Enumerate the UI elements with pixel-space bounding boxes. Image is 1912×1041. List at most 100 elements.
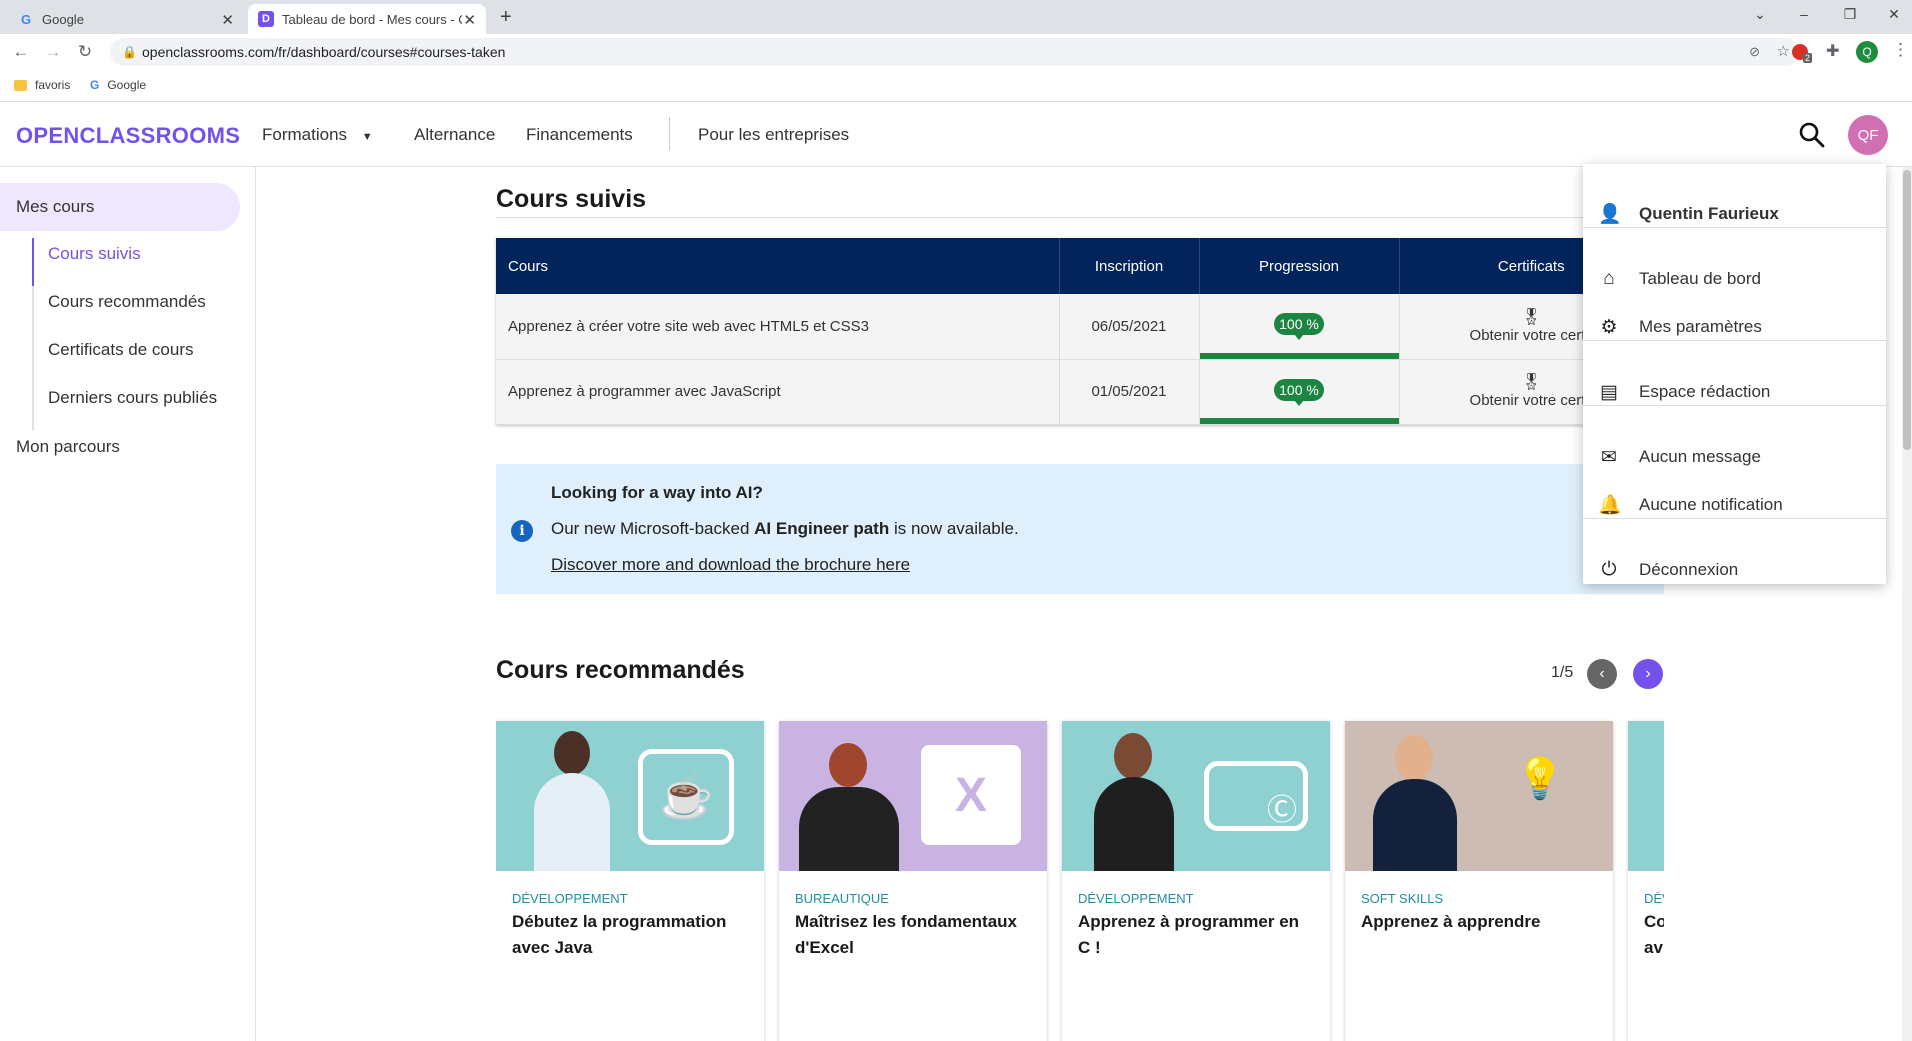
browser-menu-icon[interactable]: ⋮ [1892, 40, 1909, 60]
scrollbar-thumb[interactable] [1903, 170, 1911, 450]
course-card[interactable]: Ⓒ Développement Apprenez à programmer en… [1062, 721, 1330, 1041]
course-card-image: 💡 [1345, 721, 1613, 871]
openclassrooms-favicon-icon: D [258, 11, 274, 27]
instructor-head [1395, 735, 1433, 781]
c-language-icon: Ⓒ [1204, 761, 1308, 831]
menu-item-notifications[interactable]: 🔔 Aucune notification [1583, 485, 1886, 525]
sidebar-item-mon-parcours[interactable]: Mon parcours [0, 423, 240, 471]
sidebar-active-indicator [32, 238, 34, 286]
sidebar: Mes cours Cours suivis Cours recommandés… [0, 167, 256, 1041]
user-name: Quentin Faurieux [1639, 204, 1779, 223]
bookmark-label: favoris [35, 78, 71, 92]
tab-title: Tableau de bord - Mes cours - O [282, 11, 462, 27]
menu-item-label: Aucune notification [1639, 495, 1783, 514]
course-card-image: Ⓒ [1062, 721, 1330, 871]
lightbulb-icon: 💡 [1515, 757, 1565, 801]
close-tab-icon[interactable]: ✕ [463, 11, 476, 29]
menu-divider [1583, 405, 1886, 406]
course-card-image: ☕ [496, 721, 764, 871]
star-icon[interactable]: ☆ [1777, 38, 1790, 66]
tab-title: Google [42, 11, 84, 27]
nav-formations-label: Formations [262, 125, 348, 144]
course-title: Débutez la programmation avec Java [512, 912, 727, 957]
sidebar-item-cours-suivis[interactable]: Cours suivis [48, 244, 141, 264]
instructor-figure [799, 787, 899, 871]
course-card[interactable]: Dév Co av [1628, 721, 1664, 1041]
puzzle-icon[interactable]: ✚ [1826, 41, 1839, 61]
profile-icon[interactable]: Q [1856, 41, 1878, 63]
extension-badge: 2 [1803, 53, 1813, 63]
tab-dashboard[interactable]: D Tableau de bord - Mes cours - O ✕ [248, 4, 486, 34]
course-category: Développement [1078, 891, 1194, 906]
course-title: Maîtrisez les fondamentaux d'Excel [795, 912, 1018, 957]
sidebar-item-cours-recommandes[interactable]: Cours recommandés [48, 292, 206, 312]
course-category: Bureautique [795, 891, 889, 906]
lock-icon[interactable]: 🔒 [122, 38, 137, 66]
course-card[interactable]: X Bureautique Maîtrisez les fondamentaux… [779, 721, 1047, 1041]
instructor-figure [1373, 779, 1457, 871]
menu-item-label: Mes paramètres [1639, 317, 1762, 336]
java-icon: ☕ [638, 749, 734, 845]
course-card-image: X [779, 721, 1047, 871]
sidebar-item-mes-cours[interactable]: Mes cours [0, 183, 240, 231]
instructor-figure [1094, 777, 1174, 871]
course-card-image [1628, 721, 1664, 871]
caret-down-icon: ▼ [361, 131, 373, 143]
bookmark-favoris[interactable]: favoris [14, 78, 70, 92]
user-menu-dropdown: 👤 Quentin Faurieux ⌂ Tableau de bord ⚙ M… [1583, 164, 1886, 584]
nav-formations[interactable]: Formations ▼ [262, 125, 373, 145]
menu-divider [1583, 340, 1886, 341]
eye-off-icon[interactable]: ⊘ [1749, 38, 1760, 66]
gear-icon: ⚙ [1600, 316, 1618, 338]
menu-item-label: Déconnexion [1639, 560, 1739, 579]
menu-item-messages[interactable]: ✉ Aucun message [1583, 437, 1886, 477]
menu-item-label: Tableau de bord [1639, 269, 1761, 288]
course-title: Co av [1644, 912, 1664, 957]
course-category: Développement [512, 891, 628, 906]
sidebar-item-certificats[interactable]: Certificats de cours [48, 340, 194, 360]
reload-icon[interactable]: ↻ [74, 42, 96, 62]
back-icon[interactable]: ← [10, 42, 32, 62]
window-close-icon[interactable]: ✕ [1882, 6, 1906, 23]
course-title: Apprenez à apprendre [1361, 912, 1541, 931]
bell-icon: 🔔 [1598, 495, 1622, 516]
folder-icon [14, 79, 27, 91]
forward-icon[interactable]: → [42, 42, 64, 62]
google-favicon-icon: G [20, 11, 32, 27]
tab-search-icon[interactable]: ⌄ [1748, 6, 1772, 23]
user-menu-profile[interactable]: 👤 Quentin Faurieux [1583, 194, 1886, 234]
url-text: openclassrooms.com/fr/dashboard/courses#… [142, 44, 506, 60]
search-icon[interactable] [1798, 121, 1826, 149]
menu-item-settings[interactable]: ⚙ Mes paramètres [1583, 307, 1886, 347]
instructor-head [829, 743, 867, 787]
nav-alternance[interactable]: Alternance [414, 125, 495, 145]
course-category: Soft skills [1361, 891, 1444, 906]
instructor-head [1114, 733, 1152, 779]
recommended-carousel: ☕ Développement Débutez la programmation… [496, 0, 1664, 1041]
sidebar-item-derniers-cours[interactable]: Derniers cours publiés [48, 388, 217, 408]
menu-divider [1583, 227, 1886, 228]
close-tab-icon[interactable]: ✕ [221, 11, 234, 29]
openclassrooms-logo[interactable]: OPENCLASSROOMS [16, 123, 240, 149]
menu-item-logout[interactable]: ⏻ Déconnexion [1583, 550, 1886, 590]
home-icon: ⌂ [1603, 268, 1615, 289]
instructor-head [554, 731, 590, 775]
menu-divider [1583, 518, 1886, 519]
mail-icon: ✉ [1601, 446, 1617, 468]
menu-item-writing-space[interactable]: ▤ Espace rédaction [1583, 372, 1886, 412]
document-icon: ▤ [1600, 381, 1618, 403]
course-title: Apprenez à programmer en C ! [1078, 912, 1300, 957]
person-icon: 👤 [1598, 204, 1622, 225]
course-card[interactable]: 💡 Soft skills Apprenez à apprendre [1345, 721, 1613, 1041]
menu-item-label: Espace rédaction [1639, 382, 1771, 401]
menu-item-dashboard[interactable]: ⌂ Tableau de bord [1583, 259, 1886, 299]
instructor-figure [534, 773, 610, 871]
tab-google[interactable]: G Google ✕ [8, 4, 244, 34]
user-avatar[interactable]: QF [1848, 115, 1888, 155]
course-card[interactable]: ☕ Développement Débutez la programmation… [496, 721, 764, 1041]
minimize-icon[interactable]: – [1792, 6, 1816, 22]
bookmark-google[interactable]: G Google [90, 78, 146, 92]
power-icon: ⏻ [1601, 559, 1617, 580]
restore-icon[interactable]: ❐ [1838, 6, 1862, 23]
google-favicon-icon: G [90, 78, 100, 92]
